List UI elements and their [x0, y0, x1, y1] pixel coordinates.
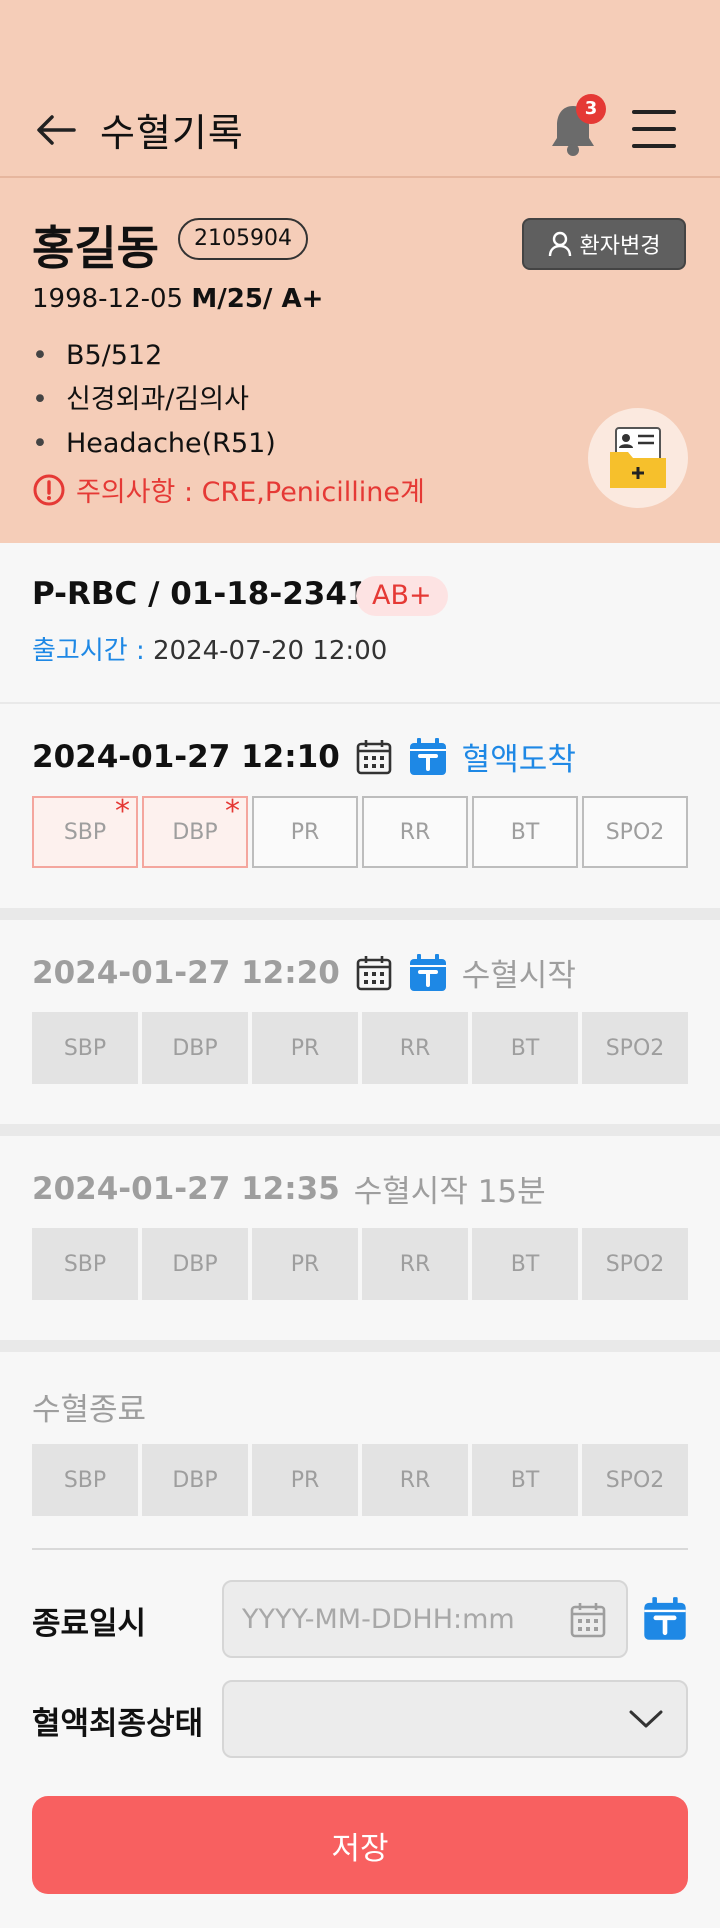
record-datetime: 2024-01-27 12:35	[32, 1170, 340, 1207]
vital-pr-field: PR	[252, 1228, 358, 1300]
calendar-icon[interactable]	[568, 1600, 608, 1640]
blood-product-section	[0, 543, 720, 703]
vital-spo2-field[interactable]: SPO2	[582, 796, 688, 868]
vital-pr-field[interactable]: PR	[252, 796, 358, 868]
vital-signs-row-3: SBP DBP PR RR BT SPO2	[32, 1228, 688, 1300]
final-status-select[interactable]	[222, 1680, 688, 1758]
vital-spo2-field: SPO2	[582, 1444, 688, 1516]
record-status: 수혈시작	[461, 958, 576, 994]
release-time: 출고시간 : 2024-07-20 12:00	[32, 630, 387, 667]
vital-pr-field: PR	[252, 1012, 358, 1084]
patient-name: 홍길동	[32, 221, 159, 275]
caution-text: 주의사항 : CRE,Penicilline계	[76, 477, 425, 508]
patient-header: 수혈기록 3 홍길동 2105904 환자변경 1998-12-05 M/25/…	[0, 0, 720, 543]
hamburger-menu-icon[interactable]	[632, 110, 676, 148]
vital-bt-field: BT	[472, 1444, 578, 1516]
vital-dbp-field: DBP	[142, 1228, 248, 1300]
vital-sbp-field: SBP	[32, 1228, 138, 1300]
list-item: B5/512	[32, 336, 276, 380]
vital-rr-field[interactable]: RR	[362, 796, 468, 868]
person-icon	[548, 231, 571, 257]
calendar-today-icon[interactable]	[408, 953, 448, 993]
save-button[interactable]: 저장	[32, 1796, 688, 1894]
page-title: 수혈기록	[100, 111, 244, 155]
vital-sbp-field: SBP	[32, 1444, 138, 1516]
divider	[0, 1340, 720, 1352]
vital-bt-field: BT	[472, 1228, 578, 1300]
list-item: 신경외과/김의사	[32, 380, 276, 424]
patient-detail-list: B5/512 신경외과/김의사 Headache(R51)	[32, 336, 276, 468]
record-status: 수혈시작 15분	[353, 1174, 546, 1210]
list-item: Headache(R51)	[32, 424, 276, 468]
vital-signs-row-end: SBP DBP PR RR BT SPO2	[32, 1444, 688, 1516]
end-datetime-label: 종료일시	[32, 1606, 147, 1642]
patient-id-badge: 2105904	[178, 218, 308, 260]
transfusion-end-label: 수혈종료	[32, 1392, 147, 1428]
chevron-down-icon	[629, 1710, 663, 1728]
record-status: 혈액도착	[461, 742, 576, 778]
vital-spo2-field: SPO2	[582, 1228, 688, 1300]
folder-add-icon	[610, 427, 666, 488]
vital-dbp-field[interactable]: DBP	[142, 794, 248, 868]
end-datetime-input[interactable]: YYYY-MM-DDHH:mm	[222, 1580, 628, 1658]
record-header-1: 2024-01-27 12:10 혈액도착	[32, 734, 576, 779]
patient-demographics: 1998-12-05 M/25/ A+	[32, 284, 323, 314]
end-datetime-placeholder: YYYY-MM-DDHH:mm	[242, 1603, 515, 1635]
vital-pr-field: PR	[252, 1444, 358, 1516]
vital-rr-field: RR	[362, 1444, 468, 1516]
vital-signs-row-1: SBP DBP PR RR BT SPO2	[32, 794, 688, 868]
change-patient-button[interactable]: 환자변경	[522, 218, 686, 270]
calendar-icon[interactable]	[354, 737, 394, 777]
caution-notice: 주의사항 : CRE,Penicilline계	[32, 470, 425, 509]
patient-dob: 1998-12-05	[32, 284, 184, 314]
vital-rr-field: RR	[362, 1012, 468, 1084]
notification-badge: 3	[576, 94, 606, 124]
record-header-2: 2024-01-27 12:20 수혈시작	[32, 950, 576, 995]
record-datetime: 2024-01-27 12:20	[32, 954, 340, 991]
divider	[0, 1124, 720, 1136]
abo-badge: AB+	[356, 576, 448, 616]
patient-sex-age-blood: M/25/ A+	[191, 284, 324, 314]
patient-record-folder-button[interactable]	[588, 408, 688, 508]
record-header-3: 2024-01-27 12:35 수혈시작 15분	[32, 1166, 546, 1211]
product-code: P-RBC / 01-18-23413	[32, 576, 391, 612]
top-bar: 수혈기록 3	[0, 88, 720, 178]
vital-signs-row-2: SBP DBP PR RR BT SPO2	[32, 1012, 688, 1084]
vital-rr-field: RR	[362, 1228, 468, 1300]
calendar-today-icon[interactable]	[642, 1596, 688, 1642]
vital-sbp-field: SBP	[32, 1012, 138, 1084]
back-arrow-icon[interactable]	[34, 108, 78, 152]
final-status-label: 혈액최종상태	[32, 1706, 204, 1742]
alert-circle-icon	[33, 474, 65, 505]
divider	[0, 908, 720, 920]
vital-bt-field[interactable]: BT	[472, 796, 578, 868]
calendar-icon[interactable]	[354, 953, 394, 993]
divider	[32, 1548, 688, 1550]
vital-dbp-field: DBP	[142, 1444, 248, 1516]
divider	[0, 702, 720, 704]
release-time-value: 2024-07-20 12:00	[152, 636, 388, 666]
vital-spo2-field: SPO2	[582, 1012, 688, 1084]
release-time-label: 출고시간 :	[32, 636, 145, 666]
change-patient-label: 환자변경	[579, 234, 661, 259]
vital-sbp-field[interactable]: SBP	[32, 794, 138, 868]
vital-bt-field: BT	[472, 1012, 578, 1084]
record-datetime: 2024-01-27 12:10	[32, 738, 340, 775]
vital-dbp-field: DBP	[142, 1012, 248, 1084]
calendar-today-icon[interactable]	[408, 737, 448, 777]
